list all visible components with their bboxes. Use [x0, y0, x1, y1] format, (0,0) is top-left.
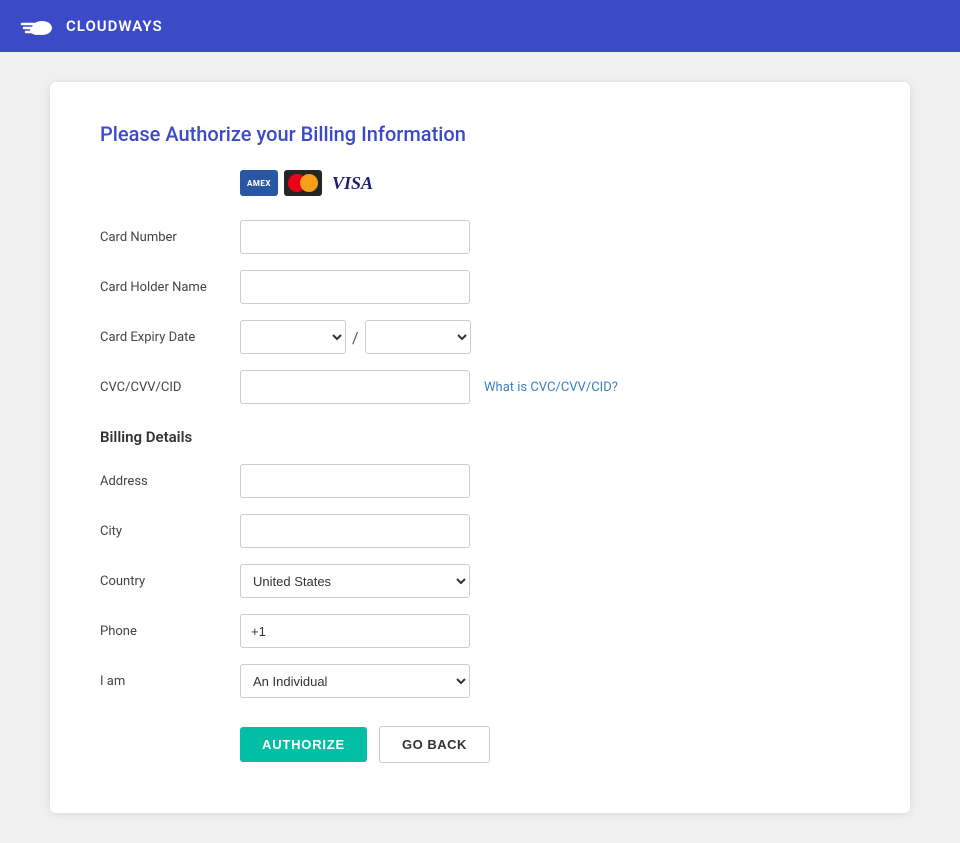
authorize-button[interactable]: AUTHORIZE	[240, 727, 367, 762]
cloudways-logo-icon	[20, 14, 56, 38]
expiry-row: Card Expiry Date 01020304 05060708 09101…	[100, 320, 860, 354]
expiry-month-select[interactable]: 01020304 05060708 09101112	[240, 320, 346, 354]
address-label: Address	[100, 474, 240, 489]
cvc-label: CVC/CVV/CID	[100, 380, 240, 395]
main-content: Please Authorize your Billing Informatio…	[0, 52, 960, 843]
cvc-help-link[interactable]: What is CVC/CVV/CID?	[484, 380, 618, 395]
expiry-label: Card Expiry Date	[100, 330, 240, 345]
card-number-row: Card Number	[100, 220, 860, 254]
billing-card: Please Authorize your Billing Informatio…	[50, 82, 910, 813]
cvc-row: CVC/CVV/CID What is CVC/CVV/CID?	[100, 370, 860, 404]
card-holder-row: Card Holder Name	[100, 270, 860, 304]
iam-row: I am An Individual A Business	[100, 664, 860, 698]
address-input[interactable]	[240, 464, 470, 498]
go-back-button[interactable]: GO BACK	[379, 726, 490, 763]
country-select[interactable]: United States United Kingdom Canada Aust…	[240, 564, 470, 598]
card-holder-input[interactable]	[240, 270, 470, 304]
country-label: Country	[100, 574, 240, 589]
cvc-input[interactable]	[240, 370, 470, 404]
button-row: AUTHORIZE GO BACK	[240, 726, 860, 763]
city-row: City	[100, 514, 860, 548]
phone-label: Phone	[100, 624, 240, 639]
country-row: Country United States United Kingdom Can…	[100, 564, 860, 598]
logo-area: CLOUDWAYS	[20, 14, 163, 38]
card-number-label: Card Number	[100, 230, 240, 245]
iam-select[interactable]: An Individual A Business	[240, 664, 470, 698]
address-row: Address	[100, 464, 860, 498]
page-title: Please Authorize your Billing Informatio…	[100, 122, 860, 146]
visa-icon: VISA	[332, 173, 373, 194]
iam-label: I am	[100, 674, 240, 689]
card-icons: AMEX VISA	[240, 170, 860, 196]
phone-row: Phone	[100, 614, 860, 648]
phone-input[interactable]	[240, 614, 470, 648]
card-holder-label: Card Holder Name	[100, 280, 240, 295]
expiry-year-select[interactable]: 2024202520262027 2028202920302031 203220…	[365, 320, 471, 354]
mastercard-icon	[284, 170, 322, 196]
city-label: City	[100, 524, 240, 539]
card-number-input[interactable]	[240, 220, 470, 254]
header: CLOUDWAYS	[0, 0, 960, 52]
city-input[interactable]	[240, 514, 470, 548]
expiry-selects: 01020304 05060708 09101112 / 20242025202…	[240, 320, 471, 354]
billing-section-title: Billing Details	[100, 428, 860, 446]
expiry-separator: /	[352, 328, 359, 347]
logo-text: CLOUDWAYS	[66, 17, 163, 35]
amex-icon: AMEX	[240, 170, 278, 196]
